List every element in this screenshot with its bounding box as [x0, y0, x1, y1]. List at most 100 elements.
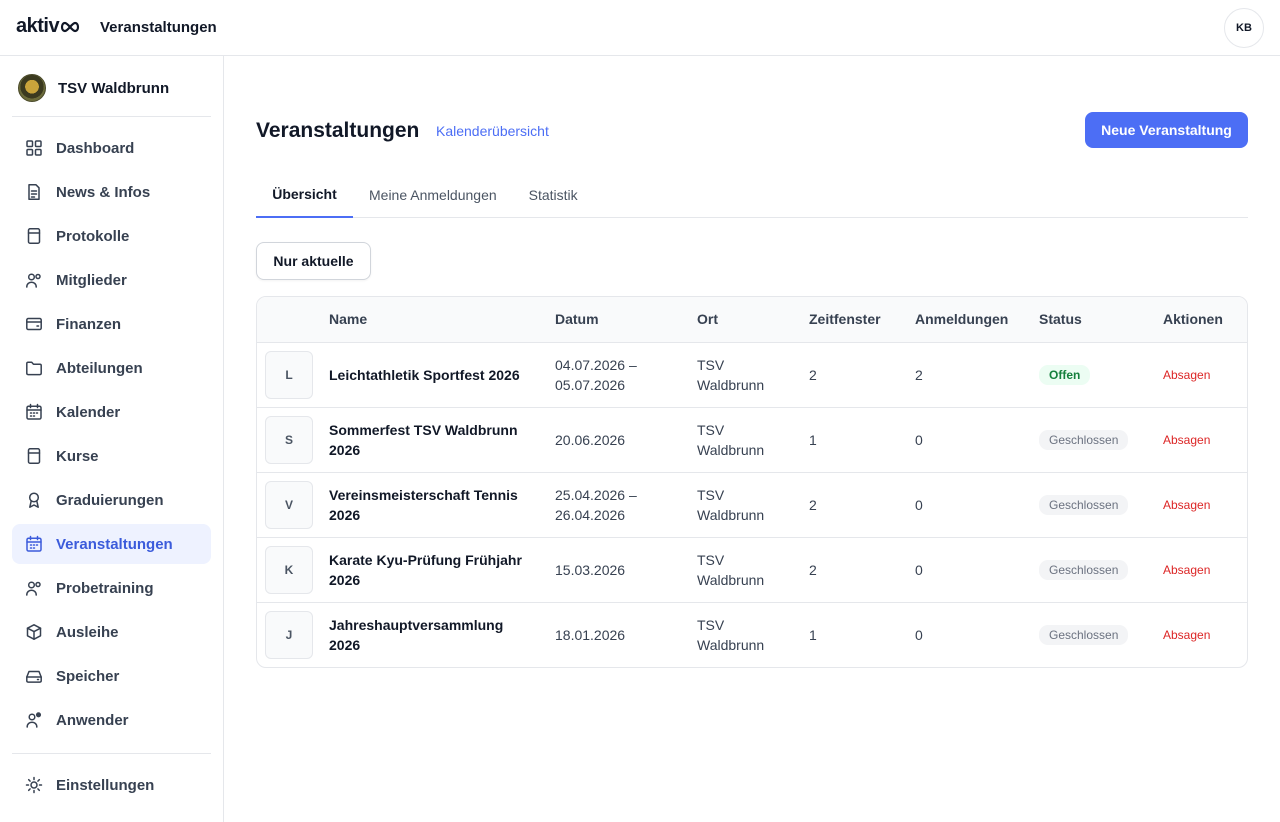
status-badge: Geschlossen	[1039, 430, 1129, 450]
notebook-icon	[27, 228, 41, 244]
app-logo[interactable]: aktiv	[16, 15, 80, 38]
event-date-cell: 25.04.2026 – 26.04.2026	[555, 471, 697, 537]
tab-uebersicht[interactable]: Übersicht	[256, 172, 353, 218]
table-row[interactable]: J Jahreshauptversammlung 2026 18.01.2026 TS…	[257, 601, 1247, 667]
sidebar-item-news-infos[interactable]: News & Infos	[12, 172, 211, 212]
row-thumbnail-cell: K	[257, 536, 329, 602]
column-header: Aktionen	[1163, 297, 1247, 343]
tab-bar: Übersicht Meine Anmeldungen Statistik	[256, 172, 1248, 218]
club-switcher[interactable]: TSV Waldbrunn	[18, 74, 169, 102]
sidebar-item-label: Veranstaltungen	[56, 535, 173, 553]
calendar-overview-link[interactable]: Kalenderübersicht	[436, 123, 549, 139]
column-header: Anmeldungen	[915, 297, 1039, 343]
sidebar-divider	[12, 116, 211, 117]
club-logo-icon	[18, 74, 46, 102]
sidebar-item-ausleihe[interactable]: Ausleihe	[12, 612, 211, 652]
event-place: TSV Waldbrunn	[697, 616, 765, 653]
cancel-event-link[interactable]: Absagen	[1163, 628, 1210, 642]
event-date: 20.06.2026	[555, 431, 626, 448]
column-header	[257, 297, 329, 343]
status-badge: Offen	[1039, 365, 1091, 385]
event-slots: 1	[809, 601, 915, 667]
event-slots: 2	[809, 366, 817, 383]
event-place-cell: TSV Waldbrunn	[697, 342, 809, 407]
event-registrations: 0	[915, 536, 1039, 602]
event-place-cell: TSV Waldbrunn	[697, 536, 809, 602]
sidebar-item-kurse[interactable]: Kurse	[12, 436, 211, 476]
calendar-icon	[26, 403, 42, 420]
event-date-cell: 15.03.2026	[555, 536, 697, 602]
drive-icon	[26, 670, 42, 683]
actions-cell: Absagen	[1163, 342, 1247, 407]
sidebar-item-label: Finanzen	[56, 315, 122, 333]
page-section-title: Veranstaltungen	[100, 19, 217, 36]
row-thumbnail-cell: V	[257, 471, 329, 537]
cancel-event-link[interactable]: Absagen	[1163, 498, 1210, 512]
event-date-cell: 20.06.2026	[555, 406, 697, 472]
event-initial: J	[265, 610, 313, 659]
sidebar-item-speicher[interactable]: Speicher	[12, 656, 211, 696]
table-row[interactable]: K Karate Kyu-Prüfung Frühjahr 2026 15.03.2…	[257, 536, 1247, 602]
event-place: TSV Waldbrunn	[697, 486, 765, 523]
sidebar-item-label: Ausleihe	[56, 623, 119, 641]
sidebar-nav: Dashboard News & Infos Protokolle Mitgliede…	[12, 128, 211, 744]
cancel-event-link[interactable]: Absagen	[1163, 563, 1210, 577]
only-current-filter-button[interactable]: Nur aktuelle	[256, 242, 371, 280]
table-row[interactable]: S Sommerfest TSV Waldbrunn 2026 20.06.2026…	[257, 406, 1247, 472]
tab-meine-anmeldungen[interactable]: Meine Anmeldungen	[353, 172, 513, 218]
event-place: TSV Waldbrunn	[697, 421, 765, 458]
event-registrations: 0	[915, 471, 1039, 537]
sidebar-item-mitglieder[interactable]: Mitglieder	[12, 260, 211, 300]
status-cell: Geschlossen	[1039, 471, 1163, 537]
page-title: Veranstaltungen	[256, 119, 420, 142]
new-event-button[interactable]: Neue Veranstaltung	[1085, 112, 1248, 148]
table-row[interactable]: L Leichtathletik Sportfest 2026 04.07.2026…	[257, 342, 1247, 407]
row-thumbnail-cell: J	[257, 601, 329, 667]
event-name-cell: Sommerfest TSV Waldbrunn 2026	[329, 406, 555, 472]
sidebar-item-probetraining[interactable]: Probetraining	[12, 568, 211, 608]
sidebar-item-veranstaltungen[interactable]: Veranstaltungen	[12, 524, 211, 564]
award-icon	[28, 492, 40, 508]
event-name[interactable]: Vereinsmeisterschaft Tennis 2026	[329, 485, 555, 525]
box-icon	[26, 624, 42, 640]
sidebar-item-abteilungen[interactable]: Abteilungen	[12, 348, 211, 388]
sidebar-item-graduierungen[interactable]: Graduierungen	[12, 480, 211, 520]
event-registrations: 0	[915, 406, 1039, 472]
tab-statistik[interactable]: Statistik	[513, 172, 594, 218]
event-place: TSV Waldbrunn	[697, 356, 765, 393]
sidebar-item-label: Kurse	[56, 447, 99, 465]
event-name[interactable]: Leichtathletik Sportfest 2026	[329, 365, 555, 385]
sidebar-item-label: Einstellungen	[56, 776, 155, 794]
sidebar-divider	[12, 753, 211, 754]
sidebar-item-label: Speicher	[56, 667, 120, 685]
event-registrations: 0	[915, 601, 1039, 667]
status-cell: Geschlossen	[1039, 536, 1163, 602]
event-initial: K	[265, 545, 313, 594]
sidebar-item-anwender[interactable]: Anwender	[12, 700, 211, 740]
event-slots: 2	[809, 471, 915, 537]
event-date: 25.04.2026 – 26.04.2026	[555, 486, 637, 523]
column-header: Status	[1039, 297, 1163, 343]
actions-cell: Absagen	[1163, 471, 1247, 537]
status-cell: Geschlossen	[1039, 406, 1163, 472]
sidebar-item-dashboard[interactable]: Dashboard	[12, 128, 211, 168]
row-thumbnail-cell: L	[257, 342, 329, 407]
club-name: TSV Waldbrunn	[58, 79, 170, 97]
sidebar-item-einstellungen[interactable]: Einstellungen	[12, 765, 211, 805]
cancel-event-link[interactable]: Absagen	[1163, 368, 1210, 382]
event-name[interactable]: Sommerfest TSV Waldbrunn 2026	[329, 420, 555, 460]
event-name[interactable]: Jahreshauptversammlung 2026	[329, 615, 555, 655]
row-thumbnail-cell: S	[257, 406, 329, 472]
infinity-icon	[61, 21, 80, 32]
event-place-cell: TSV Waldbrunn	[697, 601, 809, 667]
event-name-cell: Karate Kyu-Prüfung Frühjahr 2026	[329, 536, 555, 602]
event-name[interactable]: Karate Kyu-Prüfung Frühjahr 2026	[329, 550, 555, 590]
event-date: 04.07.2026 – 05.07.2026	[555, 356, 637, 393]
calendar-icon	[26, 535, 42, 552]
table-row[interactable]: V Vereinsmeisterschaft Tennis 2026 25.04.2…	[257, 471, 1247, 537]
cancel-event-link[interactable]: Absagen	[1163, 433, 1210, 447]
sidebar-item-kalender[interactable]: Kalender	[12, 392, 211, 432]
sidebar-item-finanzen[interactable]: Finanzen	[12, 304, 211, 344]
user-avatar[interactable]: KB	[1224, 8, 1264, 48]
sidebar-item-protokolle[interactable]: Protokolle	[12, 216, 211, 256]
